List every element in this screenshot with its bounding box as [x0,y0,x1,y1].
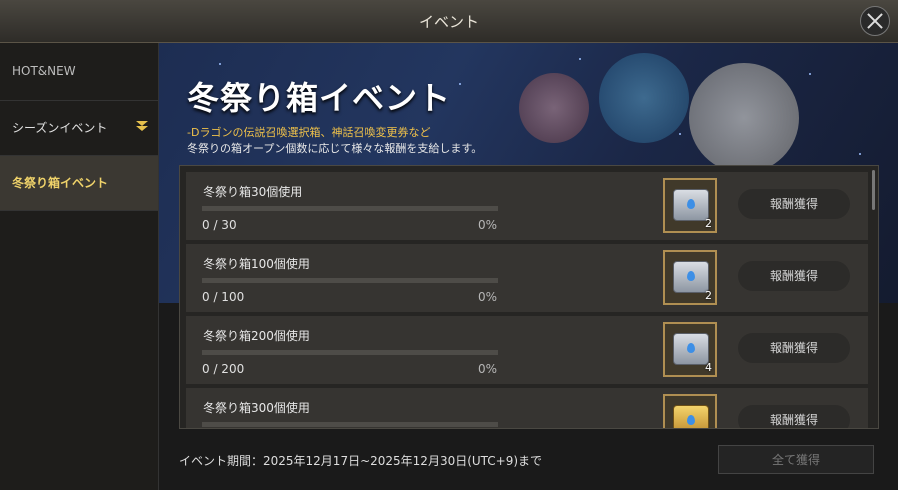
sidebar-header-hot-new[interactable]: HOT&NEW [0,43,158,101]
claim-reward-button[interactable]: 報酬獲得 [738,333,850,363]
sidebar-category-season-events[interactable]: シーズンイベント [0,101,158,156]
progress-bar [202,206,498,211]
reward-quantity: 2 [705,289,712,302]
reward-label: 冬祭り箱100個使用 [203,257,310,271]
reward-row: 冬祭り箱200個使用 0 / 200 0% 4 報酬獲得 [186,316,868,384]
reward-chest-icon[interactable] [663,394,717,428]
event-window: イベント HOT&NEW シーズンイベント 冬祭り箱イベント 冬祭り箱イベント … [0,0,898,490]
reward-list[interactable]: 冬祭り箱30個使用 0 / 30 0% 2 報酬獲得 冬祭り箱100個使用 0 / 100 0… [179,165,879,429]
event-period: イベント期間：2025年12月17日~2025年12月30日(UTC+9)まで [179,454,543,468]
character-illustration-3 [519,73,589,143]
progress-bar [202,422,498,427]
reward-label: 冬祭り箱30個使用 [203,185,303,199]
gem-icon [687,271,695,281]
chest-icon [673,189,709,221]
progress-count: 0 / 100 [202,290,245,304]
banner-subtitle-rewards: -Dラゴンの伝説召喚選択箱、神話召喚変更券など [187,126,431,139]
sidebar-category-label: シーズンイベント [12,121,108,135]
claim-reward-button[interactable]: 報酬獲得 [738,189,850,219]
reward-quantity: 2 [705,217,712,230]
progress-percent: 0% [478,218,498,232]
sidebar: HOT&NEW シーズンイベント 冬祭り箱イベント [0,43,159,490]
gem-icon [687,199,695,209]
claim-all-button[interactable]: 全て獲得 [718,445,874,474]
claim-reward-button[interactable]: 報酬獲得 [738,261,850,291]
chest-icon [673,405,709,428]
reward-quantity: 4 [705,361,712,374]
reward-row: 冬祭り箱300個使用0 / 3000%報酬獲得 [186,388,868,428]
reward-row: 冬祭り箱100個使用 0 / 100 0% 2 報酬獲得 [186,244,868,312]
progress-percent: 0% [478,290,498,304]
progress-bar [202,278,498,283]
chevron-down-icon [136,121,148,133]
reward-chest-icon[interactable]: 2 [663,250,717,305]
claim-reward-button[interactable]: 報酬獲得 [738,405,850,428]
banner-title: 冬祭り箱イベント [187,79,452,117]
close-icon[interactable] [860,6,890,36]
reward-label: 冬祭り箱200個使用 [203,329,310,343]
progress-count: 0 / 200 [202,362,245,376]
progress-count: 0 / 30 [202,218,237,232]
sidebar-item-winter-box-event[interactable]: 冬祭り箱イベント [0,156,158,211]
progress-percent: 0% [478,362,498,376]
title-bar: イベント [0,0,898,43]
gem-icon [687,343,695,353]
character-illustration-2 [689,63,799,173]
reward-chest-icon[interactable]: 4 [663,322,717,377]
window-title: イベント [418,13,479,31]
banner-subtitle-description: 冬祭りの箱オープン個数に応じて様々な報酬を支給します。 [187,142,483,155]
character-illustration [599,53,689,143]
chest-icon [673,261,709,293]
sidebar-item-label: 冬祭り箱イベント [12,176,109,190]
chest-icon [673,333,709,365]
reward-label: 冬祭り箱300個使用 [203,401,310,415]
reward-chest-icon[interactable]: 2 [663,178,717,233]
gem-icon [687,415,695,425]
reward-row: 冬祭り箱30個使用 0 / 30 0% 2 報酬獲得 [186,172,868,240]
main-panel: 冬祭り箱イベント -Dラゴンの伝説召喚選択箱、神話召喚変更券など 冬祭りの箱オー… [159,43,898,490]
progress-bar [202,350,498,355]
scrollbar[interactable] [872,170,875,210]
